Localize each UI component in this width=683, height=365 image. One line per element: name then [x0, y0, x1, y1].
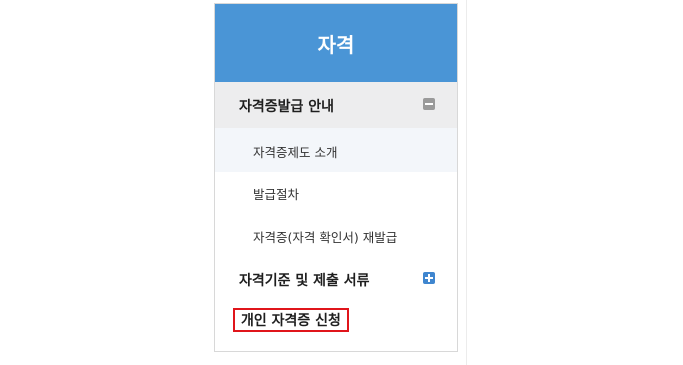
menu-item-personal-application[interactable]: 개인 자격증 신청 — [233, 308, 349, 332]
expand-plus-icon[interactable] — [423, 272, 435, 284]
menu-header: 자격 — [215, 4, 457, 82]
personal-application-label: 개인 자격증 신청 — [241, 313, 341, 329]
menu-section-certificate-guide[interactable]: 자격증발급 안내 — [215, 82, 457, 128]
sub-item-certificate-intro[interactable]: 자격증제도 소개 — [253, 142, 337, 161]
section-label-certificate-guide: 자격증발급 안내 — [239, 99, 335, 115]
sub-item-reissue[interactable]: 자격증(자격 확인서) 재발급 — [253, 227, 397, 246]
menu-title: 자격 — [317, 32, 355, 57]
right-divider — [466, 0, 467, 365]
collapse-minus-icon[interactable] — [423, 98, 435, 110]
sub-item-issue-procedure[interactable]: 발급절차 — [253, 184, 299, 203]
section-label-criteria-documents: 자격기준 및 제출 서류 — [239, 273, 370, 289]
sidebar-menu: 자격 자격증발급 안내 자격증제도 소개 발급절차 자격증(자격 확인서) 재발… — [214, 3, 458, 352]
menu-section-criteria-documents[interactable]: 자격기준 및 제출 서류 — [215, 258, 457, 298]
